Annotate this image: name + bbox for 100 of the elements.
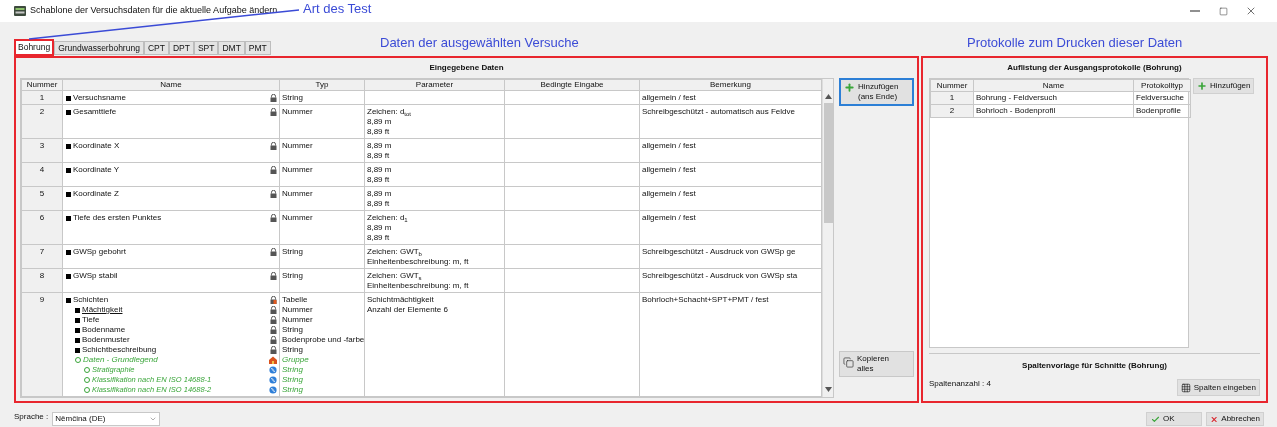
- cancel-icon: [1210, 414, 1219, 424]
- column-header[interactable]: Name: [62, 79, 280, 91]
- square-bullet-icon: [66, 109, 71, 115]
- field-type: Nummer: [282, 315, 314, 325]
- field-name: Schichten: [73, 295, 109, 305]
- field-name: Daten - Grundlegend: [83, 355, 158, 365]
- field-type: Nummer: [282, 107, 314, 117]
- annotation-label: Daten der ausgewählten Versuche: [380, 35, 579, 51]
- square-bullet-icon: [75, 337, 80, 343]
- field-type: Nummer: [282, 305, 314, 315]
- minimize-icon: [1190, 10, 1200, 12]
- copy-icon: [843, 357, 854, 368]
- column-header[interactable]: Name: [973, 79, 1134, 92]
- square-bullet-icon: [66, 297, 71, 303]
- tab[interactable]: PMT: [244, 41, 271, 55]
- tab[interactable]: DPT: [168, 41, 194, 55]
- field-type: String: [282, 325, 304, 335]
- field-type: Nummer: [282, 189, 314, 199]
- copy-button[interactable]: Kopieren alles: [839, 351, 914, 377]
- parameter-text: Zeichen: d$_{tot}$: [367, 107, 413, 117]
- field-name: Koordinate Z: [73, 189, 119, 199]
- lock-icon: [270, 296, 277, 304]
- tab[interactable]: Grundwasserbohrung: [54, 41, 144, 55]
- row-number: 3: [21, 138, 63, 163]
- lock-icon: [270, 346, 277, 354]
- scroll-thumb[interactable]: [823, 103, 833, 223]
- parameter-text: 8,89 ft: [367, 233, 391, 243]
- field-type: Gruppe: [282, 355, 310, 365]
- scrollbar[interactable]: [822, 79, 833, 397]
- add-button[interactable]: Hinzufügen: [1193, 78, 1255, 94]
- field-type: String: [282, 345, 304, 355]
- column-header[interactable]: Typ: [279, 79, 365, 91]
- square-bullet-icon: [66, 191, 71, 197]
- remark-text: allgemein / fest: [642, 165, 697, 175]
- square-bullet-icon: [66, 143, 71, 149]
- remark-text: allgemein / fest: [642, 213, 697, 223]
- plus-icon: [844, 82, 855, 93]
- protocol-name: Bohrung - Feldversuch: [973, 91, 1134, 105]
- globe-icon: [269, 366, 277, 374]
- lock-icon: [270, 306, 277, 314]
- scroll-down-icon[interactable]: [824, 387, 832, 392]
- parameter-text: Zeichen: d$_{1}$: [367, 213, 409, 223]
- field-name: Bodenname: [82, 325, 126, 335]
- window-title: Schablone der Versuchsdaten für die aktuelle Aufgabe ändern: [30, 4, 278, 18]
- scroll-up-icon[interactable]: [824, 94, 832, 99]
- protocol-type: Feldversuche: [1133, 91, 1191, 105]
- close-icon: [1245, 5, 1257, 17]
- column-header[interactable]: Protokolltyp: [1133, 79, 1191, 92]
- column-header[interactable]: Bedingte Eingabe: [504, 79, 640, 91]
- app-icon: [14, 6, 26, 16]
- square-bullet-icon: [66, 273, 71, 279]
- column-header[interactable]: Bemerkung: [639, 79, 822, 91]
- globe-icon: [269, 376, 277, 384]
- tab[interactable]: CPT: [143, 41, 169, 55]
- tab[interactable]: Bohrung: [14, 39, 55, 56]
- square-bullet-icon: [66, 215, 71, 221]
- parameter-text: 8,89 m: [367, 165, 393, 175]
- maximize-icon: [1218, 6, 1228, 16]
- parameter-text: Einheitenbeschreibung: m, ft: [367, 281, 470, 291]
- remark-text: allgemein / fest: [642, 189, 697, 199]
- field-type: Tabelle: [282, 295, 309, 305]
- annotation-label: Art des Test: [303, 1, 372, 17]
- column-header[interactable]: Nummer: [930, 79, 974, 92]
- field-name: Koordinate X: [73, 141, 120, 151]
- field-type: String: [282, 375, 304, 385]
- parameter-text: 8,89 ft: [367, 199, 391, 209]
- field-name: GWSp gebohrt: [73, 247, 126, 257]
- lock-icon: [270, 316, 277, 324]
- field-name: Versuchsname: [73, 93, 126, 103]
- lock-icon: [270, 166, 277, 174]
- parameter-text: 8,89 m: [367, 223, 393, 233]
- enter-columns-button[interactable]: Spalten eingeben: [1176, 379, 1260, 396]
- cancel-button[interactable]: Abbrechen: [1206, 412, 1264, 426]
- row-number: 7: [21, 244, 63, 269]
- tab[interactable]: SPT: [193, 41, 219, 55]
- add-button[interactable]: Hinzufügen (ans Ende): [839, 78, 914, 106]
- remark-text: Schreibgeschützt - automatisch aus Feldve: [642, 107, 796, 117]
- lock-icon: [270, 94, 277, 102]
- remark-text: Bohrloch+Schacht+SPT+PMT / fest: [642, 295, 770, 305]
- globe-icon: [269, 386, 277, 394]
- lock-icon: [270, 214, 277, 222]
- remark-text: allgemein / fest: [642, 141, 697, 151]
- panel-title: Auflistung der Ausgangsprotokolle (Bohrung): [1007, 62, 1182, 74]
- lock-icon: [270, 190, 277, 198]
- field-type: String: [282, 365, 304, 375]
- column-header[interactable]: Parameter: [364, 79, 505, 91]
- check-icon: [1151, 414, 1160, 424]
- column-header[interactable]: Nummer: [21, 79, 63, 91]
- row-number: 2: [21, 104, 63, 139]
- lock-icon: [270, 108, 277, 116]
- square-bullet-icon: [75, 317, 80, 323]
- plus-icon: [1197, 81, 1207, 91]
- ok-button[interactable]: OK: [1146, 412, 1202, 426]
- field-name: Bodenmuster: [82, 335, 130, 345]
- square-bullet-icon: [75, 347, 80, 353]
- grid-icon: [1180, 382, 1191, 393]
- language-dropdown[interactable]: Němčina (DE): [52, 412, 161, 426]
- tab[interactable]: DMT: [218, 41, 245, 55]
- maximize-button[interactable]: [1217, 5, 1229, 17]
- close-button[interactable]: [1245, 5, 1257, 17]
